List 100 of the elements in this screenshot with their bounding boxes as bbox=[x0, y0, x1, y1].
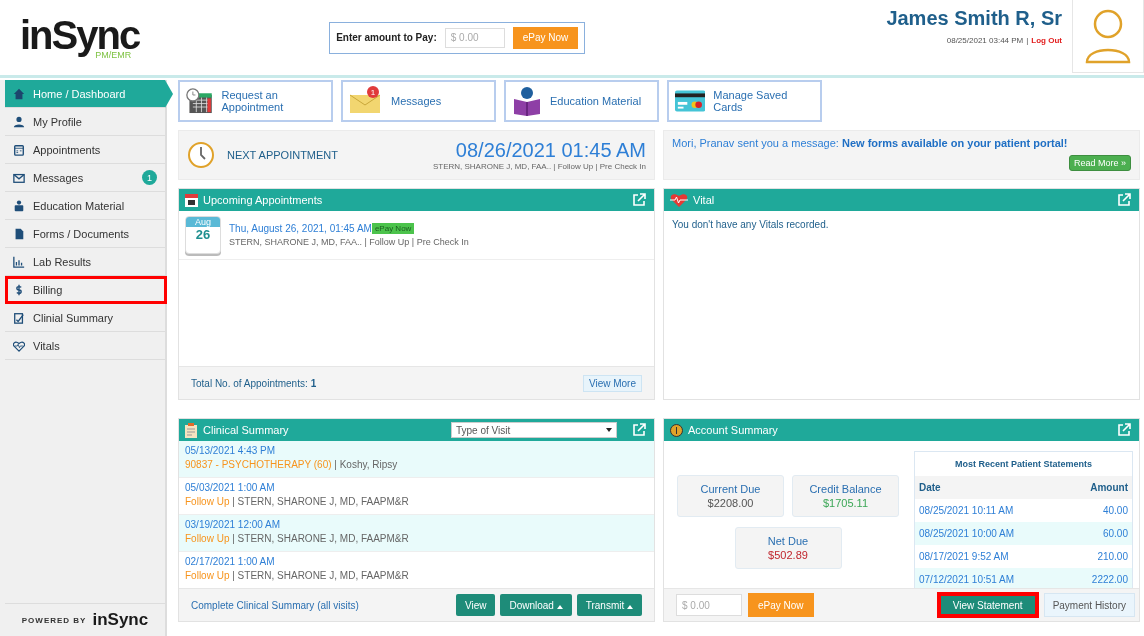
coin-icon bbox=[670, 423, 683, 437]
avatar[interactable] bbox=[1072, 0, 1144, 73]
clipboard-icon bbox=[185, 422, 198, 438]
amount-field[interactable]: $ 0.00 bbox=[444, 27, 505, 48]
credit-card-icon bbox=[675, 89, 706, 113]
action-button[interactable]: Transmit bbox=[576, 594, 642, 616]
panel-title: Vital bbox=[693, 194, 715, 206]
sidebar-item[interactable]: Billing bbox=[5, 276, 167, 304]
summary-link[interactable]: Complete Clinical Summary (all visits) bbox=[191, 599, 451, 611]
appointment-detail: STERN, SHARONE J, MD, FAA.. | Follow Up | Pre Check In bbox=[229, 237, 469, 247]
caret-icon bbox=[627, 604, 633, 609]
document-icon bbox=[13, 227, 25, 240]
powered-by-label: POWERED BY bbox=[21, 615, 87, 625]
count-badge: 1 bbox=[367, 86, 379, 98]
sidebar-item[interactable]: Vitals bbox=[5, 332, 165, 360]
person-icon bbox=[13, 115, 25, 128]
caret-icon bbox=[606, 428, 612, 432]
visit-datetime: 05/03/2021 1:00 AM bbox=[185, 482, 276, 493]
action-button[interactable]: Download bbox=[500, 594, 572, 616]
shortcut-tile[interactable]: Manage Saved Cards bbox=[667, 80, 822, 122]
action-button[interactable]: View bbox=[455, 594, 496, 616]
balance-label: Credit Balance bbox=[809, 483, 882, 495]
external-link-icon[interactable] bbox=[1117, 423, 1131, 437]
bar-chart-icon bbox=[13, 255, 25, 268]
calendar-icon bbox=[13, 143, 25, 156]
balance-label: Net Due bbox=[767, 535, 809, 547]
heart-pulse-icon bbox=[670, 193, 688, 207]
visit-detail: Follow Up | STERN, SHARONE J, MD, FAAPM&R bbox=[185, 570, 410, 581]
total-count: 1 bbox=[310, 377, 317, 389]
logo: inSync bbox=[92, 610, 149, 630]
visit-detail: Follow Up | STERN, SHARONE J, MD, FAAPM&R bbox=[185, 496, 410, 507]
visit-datetime: 05/13/2021 4:43 PM bbox=[185, 445, 277, 456]
sidebar-item[interactable]: Home / Dashboard bbox=[5, 80, 173, 108]
appointment-detail: STERN, SHARONE J, MD, FAA.. | Follow Up | Pre Check In bbox=[432, 162, 646, 171]
panel-title: Clinical Summary bbox=[203, 424, 289, 436]
balance-value: $2208.00 bbox=[707, 497, 754, 509]
visit-row[interactable]: 03/19/2021 12:00 AM Follow Up | STERN, SHARONE J, MD, FAAPM&R bbox=[179, 515, 654, 552]
home-icon bbox=[13, 87, 25, 100]
balance-value: $502.89 bbox=[768, 549, 808, 561]
total-label: Total No. of Appointments: bbox=[191, 377, 308, 389]
sidebar-item[interactable]: Appointments bbox=[5, 136, 165, 164]
clipboard-check-icon bbox=[13, 311, 25, 324]
book-reader-icon bbox=[512, 86, 542, 116]
column-header: Amount bbox=[1090, 482, 1128, 493]
login-time: 08/25/2021 03:44 PM bbox=[946, 35, 1024, 45]
view-more-button[interactable]: View More bbox=[582, 374, 642, 392]
appointment-datetime: 08/26/2021 01:45 AM bbox=[455, 139, 646, 162]
empty-message: You don't have any Vitals recorded. bbox=[671, 218, 830, 232]
appointment-datetime: Thu, August 26, 2021, 01:45 AM bbox=[229, 223, 372, 234]
shortcut-tile[interactable]: Education Material bbox=[504, 80, 659, 122]
panel-title: Upcoming Appointments bbox=[203, 194, 323, 206]
statement-button[interactable]: View Statement bbox=[937, 593, 1038, 617]
table-cell: 08/17/2021 9:52 AM bbox=[919, 551, 1009, 562]
sidebar-item[interactable]: Clinial Summary bbox=[5, 304, 165, 332]
table-cell: 08/25/2021 10:00 AM bbox=[919, 528, 1015, 539]
user-silhouette-icon bbox=[1084, 7, 1132, 64]
dollar-icon bbox=[13, 283, 25, 296]
envelope-icon bbox=[13, 171, 25, 184]
sidebar-item[interactable]: Education Material bbox=[5, 192, 165, 220]
calendar-clock-icon bbox=[186, 86, 214, 116]
pay-label: Enter amount to Pay: bbox=[336, 32, 437, 43]
sidebar-item[interactable]: My Profile bbox=[5, 108, 165, 136]
amount-field[interactable]: $ 0.00 bbox=[676, 594, 742, 616]
calendar-icon bbox=[185, 193, 198, 207]
sidebar-item[interactable]: Messages 1 bbox=[5, 164, 165, 192]
visit-row[interactable]: 05/13/2021 4:43 PM 90837 - PSYCHOTHERAPY (60) | Koshy, Ripsy bbox=[179, 441, 654, 478]
clock-icon bbox=[187, 141, 215, 169]
column-header: Date bbox=[919, 482, 941, 493]
table-title: Most Recent Patient Statements bbox=[954, 458, 1093, 471]
heart-pulse-icon bbox=[13, 339, 25, 352]
message-text: Mori, Pranav sent you a message: New forms available on your patient portal! bbox=[672, 137, 1069, 149]
balance-value: $1705.11 bbox=[822, 497, 869, 509]
external-link-icon[interactable] bbox=[1117, 193, 1131, 207]
tile-label: Manage Saved Cards bbox=[713, 88, 789, 114]
sidebar-item[interactable]: Forms / Documents bbox=[5, 220, 165, 248]
epay-tag[interactable]: ePay Now bbox=[371, 223, 415, 234]
table-cell: 2222.00 bbox=[1091, 574, 1128, 585]
next-appointment-label: NEXT APPOINTMENT bbox=[227, 149, 339, 161]
visit-detail: Follow Up | STERN, SHARONE J, MD, FAAPM&R bbox=[185, 533, 410, 544]
reader-icon bbox=[13, 199, 25, 212]
table-cell: 210.00 bbox=[1097, 551, 1128, 562]
sidebar-item[interactable]: Lab Results bbox=[5, 248, 165, 276]
visit-datetime: 03/19/2021 12:00 AM bbox=[185, 519, 282, 530]
logout-link[interactable]: Log Out bbox=[1031, 35, 1062, 45]
shortcut-tile[interactable]: Request an Appointment bbox=[178, 80, 333, 122]
separator: | bbox=[1026, 35, 1029, 45]
table-cell: 08/25/2021 10:11 AM bbox=[919, 505, 1014, 516]
visit-detail: 90837 - PSYCHOTHERAPY (60) | Koshy, Ripsy bbox=[185, 459, 399, 470]
tile-label: Education Material bbox=[550, 94, 642, 108]
external-link-icon[interactable] bbox=[632, 423, 646, 437]
tile-label: Request an Appointment bbox=[221, 88, 285, 114]
count-badge: 1 bbox=[142, 170, 157, 185]
caret-icon bbox=[556, 604, 563, 609]
external-link-icon[interactable] bbox=[632, 193, 646, 207]
statement-button[interactable]: Payment History bbox=[1043, 593, 1135, 617]
panel-title: Account Summary bbox=[688, 424, 778, 436]
visit-type-dropdown[interactable]: Type of Visit bbox=[451, 422, 617, 438]
shortcut-tile[interactable]: 1 Messages bbox=[341, 80, 496, 122]
user-name: James Smith R, Sr bbox=[886, 6, 1062, 30]
visit-datetime: 02/17/2021 1:00 AM bbox=[185, 556, 276, 567]
